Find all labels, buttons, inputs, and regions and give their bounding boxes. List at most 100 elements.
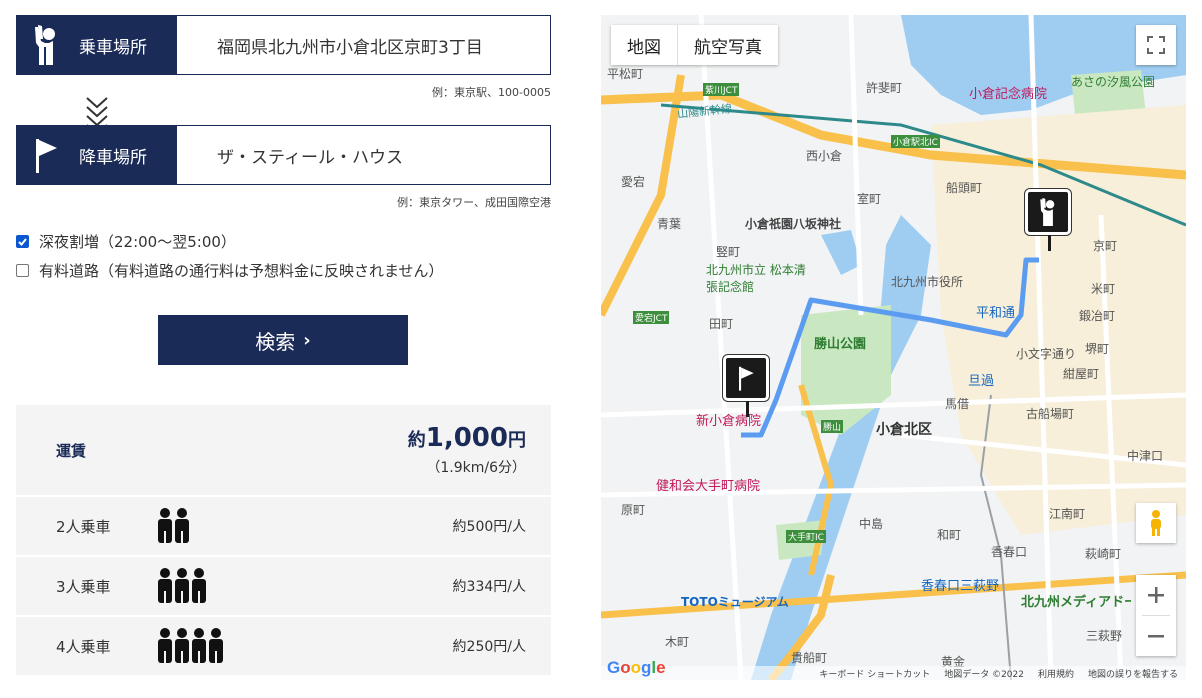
map-label: 北九州市役所: [891, 275, 964, 289]
fare-row-price: 約500円/人: [452, 519, 526, 535]
late-night-option[interactable]: 深夜割増（22:00～翌5:00）: [16, 227, 444, 256]
pickup-label: 乗車場所: [79, 37, 147, 58]
map-label: 小倉祇園八坂神社: [745, 217, 842, 231]
map-label: 田町: [709, 317, 734, 331]
people-icon: [156, 507, 453, 545]
route-map[interactable]: 平松町 許斐町 小倉記念病院 あさの汐風公園 西小倉 室町 船頭町 愛宕 青葉 …: [601, 15, 1186, 680]
pickup-map-marker[interactable]: [1025, 189, 1071, 235]
fare-amount: 1,000: [425, 423, 508, 453]
map-label: 紫川JCT: [703, 83, 740, 96]
people-icon: [158, 508, 189, 543]
map-label: 平和通: [976, 306, 1016, 321]
map-data-credit: 地図データ ©2022: [944, 669, 1024, 680]
zoom-controls: [1136, 575, 1176, 656]
map-label: 堺町: [1085, 342, 1110, 356]
pickup-section: 乗車場所 福岡県北九州市小倉北区京町3丁目 例：東京駅、100-0005: [16, 15, 551, 99]
dropoff-row[interactable]: 降車場所 ザ・スティール・ハウス: [16, 125, 551, 185]
plus-icon: [1148, 587, 1164, 603]
zoom-in-button[interactable]: [1136, 575, 1176, 615]
person-icon: [175, 628, 189, 663]
tab-map[interactable]: 地図: [611, 25, 677, 65]
map-label: 小倉北区: [876, 422, 932, 438]
street-view-button[interactable]: [1136, 503, 1176, 543]
map-label: 江南町: [1049, 507, 1086, 521]
fullscreen-icon: [1147, 36, 1165, 54]
zoom-out-button[interactable]: [1136, 616, 1176, 656]
toll-checkbox[interactable]: [16, 264, 29, 277]
tab-satellite[interactable]: 航空写真: [677, 25, 778, 65]
map-label: 勝山公園: [814, 337, 867, 352]
person-icon: [209, 628, 223, 663]
fare-row-people: 4人乗車: [56, 637, 111, 656]
chevron-right-icon: ›: [303, 329, 311, 351]
map-label: 許斐町: [866, 81, 903, 95]
map-label: 鍛冶町: [1079, 309, 1116, 323]
map-label: 愛宕JCT: [633, 311, 670, 324]
pickup-label-box: 乗車場所: [17, 16, 177, 74]
map-label: 平松町: [607, 67, 644, 81]
hand-raised-person-icon: [1040, 198, 1055, 226]
dropoff-map-marker[interactable]: [723, 355, 769, 401]
fare-row-price: 約250円/人: [452, 639, 526, 655]
fare-row-people: 3人乗車: [56, 577, 111, 596]
people-icon: [158, 568, 206, 603]
fare-total: 約1,000円 （1.9km/6分）: [408, 423, 526, 477]
report-error-link[interactable]: 地図の誤りを報告する: [1088, 667, 1178, 680]
map-label: 室町: [857, 192, 882, 206]
dropoff-section: 降車場所 ザ・スティール・ハウス 例：東京タワー、成田国際空港: [16, 125, 551, 209]
map-label: 萩崎町: [1085, 547, 1122, 561]
search-button-label: 検索: [255, 329, 296, 354]
map-label: 木町: [665, 635, 690, 649]
map-label: 貴船町: [791, 651, 828, 665]
map-type-tabs: 地図 航空写真: [611, 25, 778, 65]
fare-row: 3人乗車 約334円/人: [16, 555, 551, 615]
map-label: 香春口三萩野: [921, 579, 1000, 594]
dropoff-label: 降車場所: [79, 147, 147, 168]
flag-icon: [739, 366, 754, 391]
keyboard-shortcuts-link[interactable]: キーボード ショートカット: [819, 667, 930, 680]
people-icon: [156, 627, 453, 665]
person-icon: [175, 568, 189, 603]
fare-title: 運賃: [56, 441, 87, 460]
person-icon: [192, 628, 206, 663]
dropoff-input[interactable]: ザ・スティール・ハウス: [177, 126, 550, 184]
fare-row-price: 約334円/人: [452, 579, 526, 595]
map-label: 馬借: [945, 397, 970, 411]
late-night-checkbox[interactable]: [16, 235, 29, 248]
pickup-input[interactable]: 福岡県北九州市小倉北区京町3丁目: [177, 16, 550, 74]
map-label: 竪町: [716, 245, 741, 259]
search-button[interactable]: 検索 ›: [158, 315, 408, 365]
hand-raised-person-icon: [29, 25, 63, 65]
map-footer: キーボード ショートカット 地図データ ©2022 利用規約 地図の誤りを報告す…: [601, 666, 1186, 680]
fare-unit: 円: [508, 430, 526, 451]
dropoff-marker-stem: [746, 401, 749, 417]
pickup-marker-stem: [1048, 235, 1051, 251]
dropoff-label-box: 降車場所: [17, 126, 177, 184]
person-icon: [192, 568, 206, 603]
options: 深夜割増（22:00～翌5:00） 有料道路（有料道路の通行料は予想料金に反映さ…: [16, 227, 444, 285]
map-label: 青葉: [657, 217, 682, 231]
map-label: 三萩野: [1086, 629, 1123, 643]
fare-detail: （1.9km/6分）: [426, 460, 526, 476]
fullscreen-button[interactable]: [1136, 25, 1176, 65]
minus-icon: [1148, 635, 1164, 638]
pickup-row[interactable]: 乗車場所 福岡県北九州市小倉北区京町3丁目: [16, 15, 551, 75]
google-logo[interactable]: Google: [607, 658, 666, 678]
people-icon: [156, 567, 453, 605]
fare-row: 2人乗車 約500円/人: [16, 495, 551, 555]
map-label: あさの汐風公園: [1071, 75, 1156, 89]
people-icon: [158, 628, 223, 663]
map-label: 紺屋町: [1063, 367, 1100, 381]
map-label: 勝山: [821, 420, 844, 433]
map-label: 中津口: [1127, 449, 1164, 463]
terms-link[interactable]: 利用規約: [1038, 667, 1074, 680]
person-icon: [158, 508, 172, 543]
map-label: 西小倉: [806, 149, 843, 163]
fare-prefix: 約: [407, 430, 426, 451]
fare-row-people: 2人乗車: [56, 517, 111, 536]
map-label: 和町: [937, 528, 962, 542]
toll-option[interactable]: 有料道路（有料道路の通行料は予想料金に反映されません）: [16, 256, 444, 285]
map-label: 米町: [1091, 282, 1116, 296]
map-label: 小文字通り: [1016, 347, 1077, 361]
map-label: 小倉記念病院: [969, 87, 1048, 102]
